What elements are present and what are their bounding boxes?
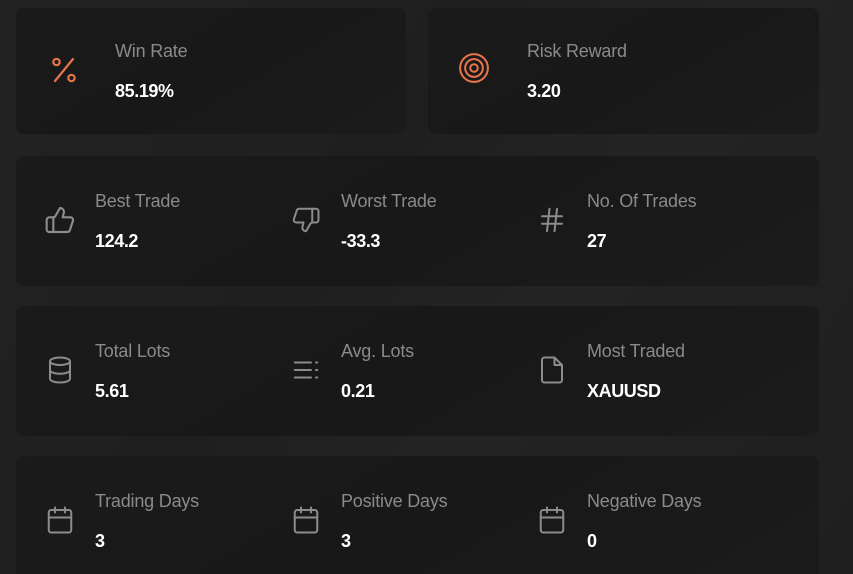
- total-lots-label: Total Lots: [95, 341, 171, 361]
- avg-lots-label: Avg. Lots: [341, 341, 414, 361]
- negative-days-value: 0: [587, 531, 597, 551]
- percent-icon: [48, 54, 80, 86]
- trading-days-label: Trading Days: [95, 491, 199, 511]
- negative-days-label: Negative Days: [587, 491, 702, 511]
- list-icon: [290, 354, 322, 386]
- total-lots-stat: Total Lots 5.61: [44, 340, 170, 402]
- positive-days-stat: Positive Days 3: [290, 490, 448, 552]
- total-lots-value: 5.61: [95, 381, 129, 401]
- num-trades-label: No. Of Trades: [587, 191, 697, 211]
- risk-reward-label: Risk Reward: [527, 41, 627, 61]
- avg-lots-stat: Avg. Lots 0.21: [290, 340, 414, 402]
- most-traded-stat: Most Traded XAUUSD: [536, 340, 685, 402]
- win-rate-value: 85.19%: [115, 81, 174, 101]
- most-traded-label: Most Traded: [587, 341, 685, 361]
- calendar-icon: [44, 504, 76, 536]
- trading-days-value: 3: [95, 531, 105, 551]
- win-rate-label: Win Rate: [115, 41, 188, 61]
- hash-icon: [536, 204, 568, 236]
- trading-days-stat: Trading Days 3: [44, 490, 199, 552]
- positive-days-value: 3: [341, 531, 351, 551]
- worst-trade-stat: Worst Trade -33.3: [290, 190, 437, 252]
- calendar-icon: [536, 504, 568, 536]
- risk-reward-value: 3.20: [527, 81, 561, 101]
- win-rate-stat: Win Rate 85.19%: [48, 40, 188, 102]
- most-traded-value: XAUUSD: [587, 381, 661, 401]
- best-trade-label: Best Trade: [95, 191, 181, 211]
- num-trades-stat: No. Of Trades 27: [536, 190, 697, 252]
- target-icon: [458, 52, 490, 84]
- database-icon: [44, 354, 76, 386]
- calendar-icon: [290, 504, 322, 536]
- avg-lots-value: 0.21: [341, 381, 375, 401]
- worst-trade-value: -33.3: [341, 231, 381, 251]
- risk-reward-stat: Risk Reward 3.20: [458, 40, 627, 102]
- worst-trade-label: Worst Trade: [341, 191, 437, 211]
- file-icon: [536, 354, 568, 386]
- best-trade-stat: Best Trade 124.2: [44, 190, 180, 252]
- negative-days-stat: Negative Days 0: [536, 490, 702, 552]
- best-trade-value: 124.2: [95, 231, 139, 251]
- num-trades-value: 27: [587, 231, 607, 251]
- positive-days-label: Positive Days: [341, 491, 448, 511]
- thumbs-up-icon: [44, 204, 76, 236]
- thumbs-down-icon: [290, 204, 322, 236]
